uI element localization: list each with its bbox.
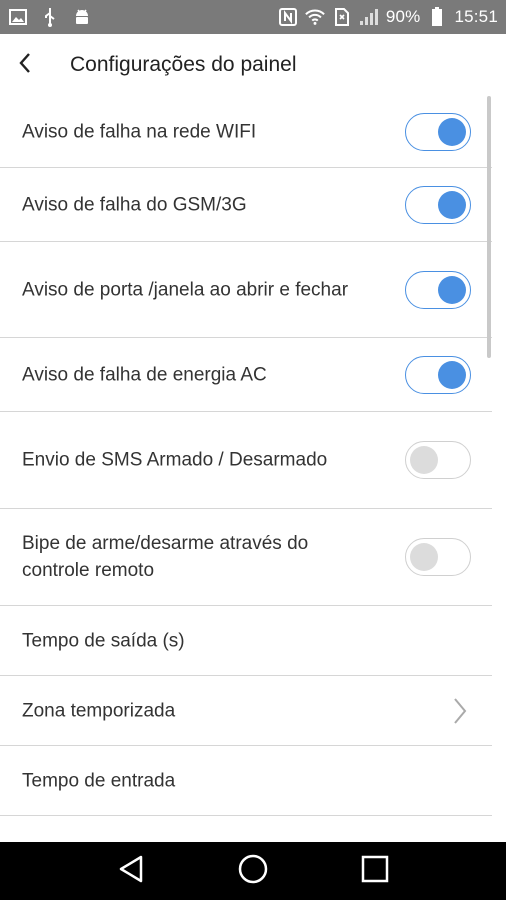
sim-icon — [332, 7, 352, 27]
battery-percent: 90% — [385, 7, 421, 26]
setting-row-door-window[interactable]: Aviso de porta /janela ao abrir e fechar — [0, 242, 492, 338]
scrollbar[interactable] — [487, 96, 491, 358]
back-button[interactable] — [0, 34, 50, 96]
setting-label: Aviso de falha na rede WIFI — [22, 121, 257, 142]
signal-icon — [359, 7, 379, 27]
chevron-left-icon — [18, 52, 32, 79]
nav-home-button[interactable] — [233, 851, 273, 891]
toggle-knob — [438, 360, 466, 389]
setting-label: Zona temporizada — [22, 700, 176, 721]
nav-recents-button[interactable] — [355, 851, 395, 891]
chevron-right-icon — [452, 697, 468, 725]
door-window-toggle[interactable] — [405, 270, 471, 309]
wifi-failure-toggle[interactable] — [405, 112, 471, 151]
setting-row-exit-time[interactable]: Tempo de saída (s) — [0, 606, 492, 676]
status-bar: 90% 15:51 — [0, 0, 506, 34]
toggle-knob — [438, 190, 466, 219]
recents-square-icon — [360, 854, 390, 889]
android-icon — [72, 7, 92, 27]
usb-icon — [40, 7, 60, 27]
remote-beep-toggle[interactable] — [405, 538, 471, 576]
toggle-knob — [410, 446, 438, 474]
setting-label: Aviso de falha do GSM/3G — [22, 194, 247, 215]
setting-row-timed-zone[interactable]: Zona temporizada — [0, 676, 492, 746]
toggle-knob — [410, 543, 438, 571]
settings-list: Aviso de falha na rede WIFI Aviso de fal… — [0, 96, 492, 816]
nav-back-button[interactable] — [111, 851, 151, 891]
setting-row-sms-arm[interactable]: Envio de SMS Armado / Desarmado — [0, 412, 492, 509]
setting-row-gsm-failure[interactable]: Aviso de falha do GSM/3G — [0, 168, 492, 242]
gsm-failure-toggle[interactable] — [405, 185, 471, 224]
home-circle-icon — [237, 853, 269, 890]
setting-row-remote-beep[interactable]: Bipe de arme/desarme através do controle… — [0, 509, 492, 606]
setting-row-entry-time[interactable]: Tempo de entrada — [0, 746, 492, 816]
setting-label: Bipe de arme/desarme através do controle… — [22, 533, 309, 581]
sms-arm-toggle[interactable] — [405, 441, 471, 479]
setting-label: Aviso de porta /janela ao abrir e fechar — [22, 279, 349, 300]
setting-row-ac-power[interactable]: Aviso de falha de energia AC — [0, 338, 492, 412]
setting-label: Tempo de entrada — [22, 770, 176, 791]
setting-row-wifi-failure[interactable]: Aviso de falha na rede WIFI — [0, 96, 492, 168]
clock: 15:51 — [454, 7, 498, 26]
navigation-bar — [0, 842, 506, 900]
setting-label: Tempo de saída (s) — [22, 630, 185, 651]
toggle-knob — [438, 275, 466, 304]
toggle-knob — [438, 117, 466, 146]
image-icon — [8, 7, 28, 27]
wifi-icon — [305, 7, 325, 27]
page-title: Configurações do painel — [70, 53, 297, 76]
battery-icon — [427, 7, 447, 27]
back-triangle-icon — [117, 854, 145, 889]
app-header: Configurações do painel — [0, 34, 506, 96]
nfc-icon — [278, 7, 298, 27]
setting-label: Aviso de falha de energia AC — [22, 364, 267, 385]
ac-power-toggle[interactable] — [405, 355, 471, 394]
setting-label: Envio de SMS Armado / Desarmado — [22, 449, 328, 471]
